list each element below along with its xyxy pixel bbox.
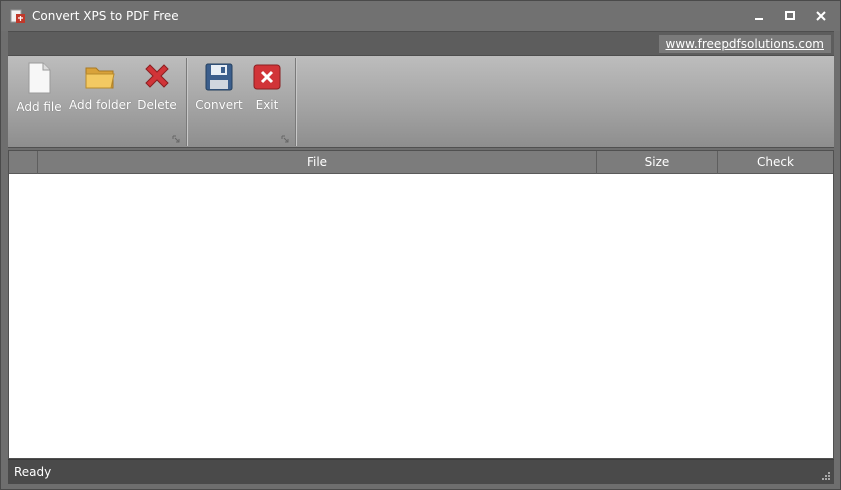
blank-document-icon xyxy=(28,62,51,94)
red-x-icon xyxy=(145,64,169,88)
window-title: Convert XPS to PDF Free xyxy=(32,9,179,23)
maximize-icon[interactable] xyxy=(782,9,798,23)
column-header-select[interactable] xyxy=(9,151,38,174)
ribbon-toolbar: Add file Add folder Delete Convert Exit xyxy=(8,56,834,148)
ribbon-separator xyxy=(295,58,296,146)
add-folder-label: Add folder xyxy=(69,98,131,112)
status-bar: Ready xyxy=(8,459,834,484)
link-bar: www.freepdfsolutions.com xyxy=(8,31,834,56)
column-header-file[interactable]: File xyxy=(38,151,597,174)
ribbon-group-files: Add file Add folder Delete xyxy=(8,56,186,148)
grid-body-empty[interactable] xyxy=(9,174,833,458)
delete-button[interactable]: Delete xyxy=(134,60,180,120)
dialog-launcher-icon[interactable] xyxy=(172,135,180,143)
minimize-icon[interactable] xyxy=(751,9,767,23)
app-window: Convert XPS to PDF Free www.freepdfsolut… xyxy=(0,0,841,490)
folder-icon xyxy=(85,67,115,89)
column-header-check[interactable]: Check xyxy=(718,151,833,174)
close-icon[interactable] xyxy=(813,9,829,23)
title-bar[interactable]: Convert XPS to PDF Free xyxy=(1,1,840,31)
ribbon-group-actions: Convert Exit xyxy=(187,56,295,148)
dialog-launcher-icon[interactable] xyxy=(281,135,289,143)
status-text: Ready xyxy=(14,465,52,479)
xps-pdf-app-icon xyxy=(10,9,25,23)
resize-grip-icon[interactable] xyxy=(821,471,831,481)
floppy-disk-icon xyxy=(205,63,233,91)
convert-button[interactable]: Convert xyxy=(193,60,245,120)
website-link[interactable]: www.freepdfsolutions.com xyxy=(658,35,831,53)
exit-label: Exit xyxy=(255,98,279,112)
grid-header: File Size Check xyxy=(9,151,833,174)
add-file-button[interactable]: Add file xyxy=(14,60,64,120)
add-file-label: Add file xyxy=(16,100,62,114)
convert-label: Convert xyxy=(195,98,243,112)
exit-button[interactable]: Exit xyxy=(249,60,285,120)
add-folder-button[interactable]: Add folder xyxy=(68,60,132,120)
column-header-size[interactable]: Size xyxy=(597,151,718,174)
file-grid: File Size Check xyxy=(8,150,834,459)
delete-label: Delete xyxy=(137,98,177,112)
exit-icon xyxy=(253,64,281,90)
